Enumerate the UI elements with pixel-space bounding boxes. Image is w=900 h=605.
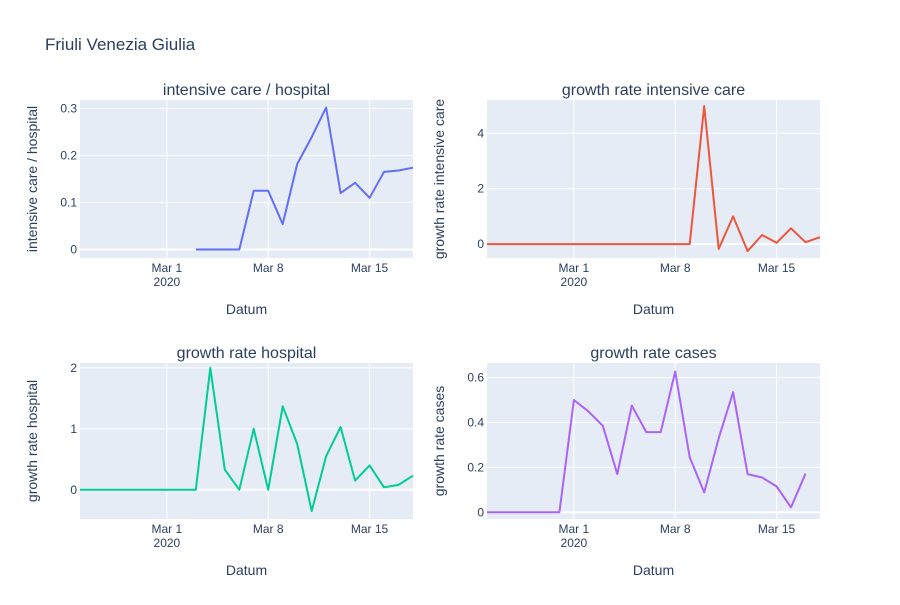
subplot-title: growth rate intensive care (562, 82, 745, 99)
y-tick-label: 0 (70, 483, 77, 497)
subplot-title: growth rate hospital (177, 345, 317, 362)
x-tick-label: Mar 8 (253, 261, 284, 275)
x-tick-year: 2020 (154, 536, 181, 550)
x-tick-label: Mar 1 (152, 261, 183, 275)
x-axis-title: Datum (633, 562, 674, 578)
x-axis-title: Datum (226, 562, 267, 578)
x-tick-label: Mar 15 (351, 522, 389, 536)
x-tick-label: Mar 8 (660, 522, 691, 536)
y-axis-title: growth rate intensive care (431, 99, 447, 260)
y-tick-label: 0.6 (467, 371, 484, 385)
x-tick-label: Mar 1 (559, 522, 590, 536)
subplot-2: Mar 12020 Mar 8 Mar 15 0 2 4 growth rate inten… (431, 82, 821, 317)
y-tick-label: 0.2 (60, 148, 77, 162)
y-tick-label: 2 (477, 182, 484, 196)
x-tick-label: Mar 1 (559, 261, 590, 275)
y-tick-label: 0 (70, 243, 77, 257)
figure: Friuli Venezia Giulia Mar 12020Mar 8 Mar … (24, 35, 821, 578)
y-tick-label: 0 (477, 237, 484, 251)
y-tick-label: 0.4 (467, 415, 484, 429)
figure-title: Friuli Venezia Giulia (45, 35, 196, 54)
y-axis-title: intensive care / hospital (24, 106, 40, 252)
x-tick-label: Mar 8 (660, 261, 691, 275)
x-tick-label: Mar 15 (758, 261, 796, 275)
x-tick-label: Mar 15 (758, 522, 796, 536)
y-axis-title: growth rate cases (431, 386, 447, 497)
subplot-3: Mar 12020 Mar 8 Mar 15 0 1 2 growth rate hospi… (24, 345, 414, 578)
plot-area (80, 100, 413, 258)
x-tick-year: 2020 (561, 536, 588, 550)
y-tick-label: 0.2 (467, 460, 484, 474)
subplot-title: growth rate cases (590, 345, 716, 362)
y-tick-label: 4 (477, 126, 484, 140)
y-tick-label: 0 (477, 505, 484, 519)
y-axis-title: growth rate hospital (24, 380, 40, 502)
subplot-1: Mar 12020 Mar 8 Mar 15 0 0.1 0.2 0.3 intensive … (24, 82, 414, 317)
x-tick-year: 2020 (561, 275, 588, 289)
x-axis-title: Datum (633, 301, 674, 317)
subplot-title: intensive care / hospital (163, 82, 330, 99)
x-tick-label: Mar 8 (253, 522, 284, 536)
x-tick-year: 2020 (154, 275, 181, 289)
y-tick-label: 2 (70, 361, 77, 375)
x-axis-title: Datum (226, 301, 267, 317)
subplot-4: Mar 12020 Mar 8 Mar 15 0 0.2 0.4 0.6 growth rat… (431, 345, 820, 578)
x-tick-label: Mar 15 (351, 261, 389, 275)
plot-area (487, 100, 820, 258)
y-tick-label: 0.1 (60, 196, 77, 210)
y-tick-label: 0.3 (60, 101, 77, 115)
plot-area (487, 363, 820, 519)
x-tick-label: Mar 1 (152, 522, 183, 536)
y-tick-label: 1 (70, 422, 77, 436)
plot-area (80, 363, 413, 519)
